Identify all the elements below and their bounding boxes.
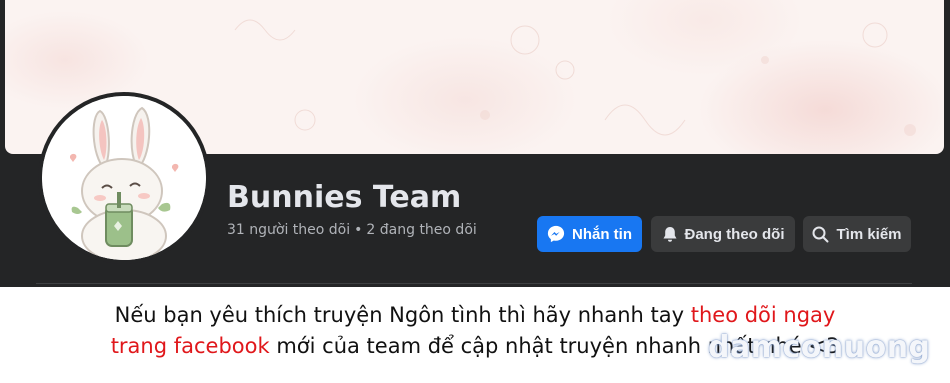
caption-line-2-highlight: trang facebook [110, 334, 270, 358]
profile-stats: 31 người theo dõi • 2 đang theo dõi [227, 222, 477, 238]
profile-avatar[interactable] [38, 92, 210, 264]
message-button-label: Nhắn tin [572, 225, 632, 243]
caption-line-1: Nếu bạn yêu thích truyện Ngôn tình thì h… [0, 300, 950, 331]
profile-name[interactable]: Bunnies Team [227, 180, 461, 215]
following-button[interactable]: Đang theo dõi [651, 216, 795, 252]
search-button[interactable]: Tìm kiếm [803, 216, 911, 252]
search-button-label: Tìm kiếm [836, 225, 902, 243]
watermark: damconuong [708, 330, 931, 365]
profile-panel: Bunnies Team 31 người theo dõi • 2 đang … [0, 0, 950, 287]
following-count[interactable]: 2 đang theo dõi [366, 222, 476, 238]
followers-count[interactable]: 31 người theo dõi [227, 222, 350, 238]
search-icon [812, 226, 829, 242]
avatar-image [42, 96, 206, 260]
bell-icon [663, 226, 676, 242]
profile-divider [36, 283, 912, 284]
bunny-illustration [42, 96, 206, 260]
stats-separator: • [354, 222, 363, 238]
caption-line-1-highlight: theo dõi ngay [690, 303, 836, 327]
messenger-icon [547, 225, 565, 243]
message-button[interactable]: Nhắn tin [537, 216, 642, 252]
caption-line-1-text: Nếu bạn yêu thích truyện Ngôn tình thì h… [114, 303, 691, 327]
following-button-label: Đang theo dõi [684, 225, 785, 243]
